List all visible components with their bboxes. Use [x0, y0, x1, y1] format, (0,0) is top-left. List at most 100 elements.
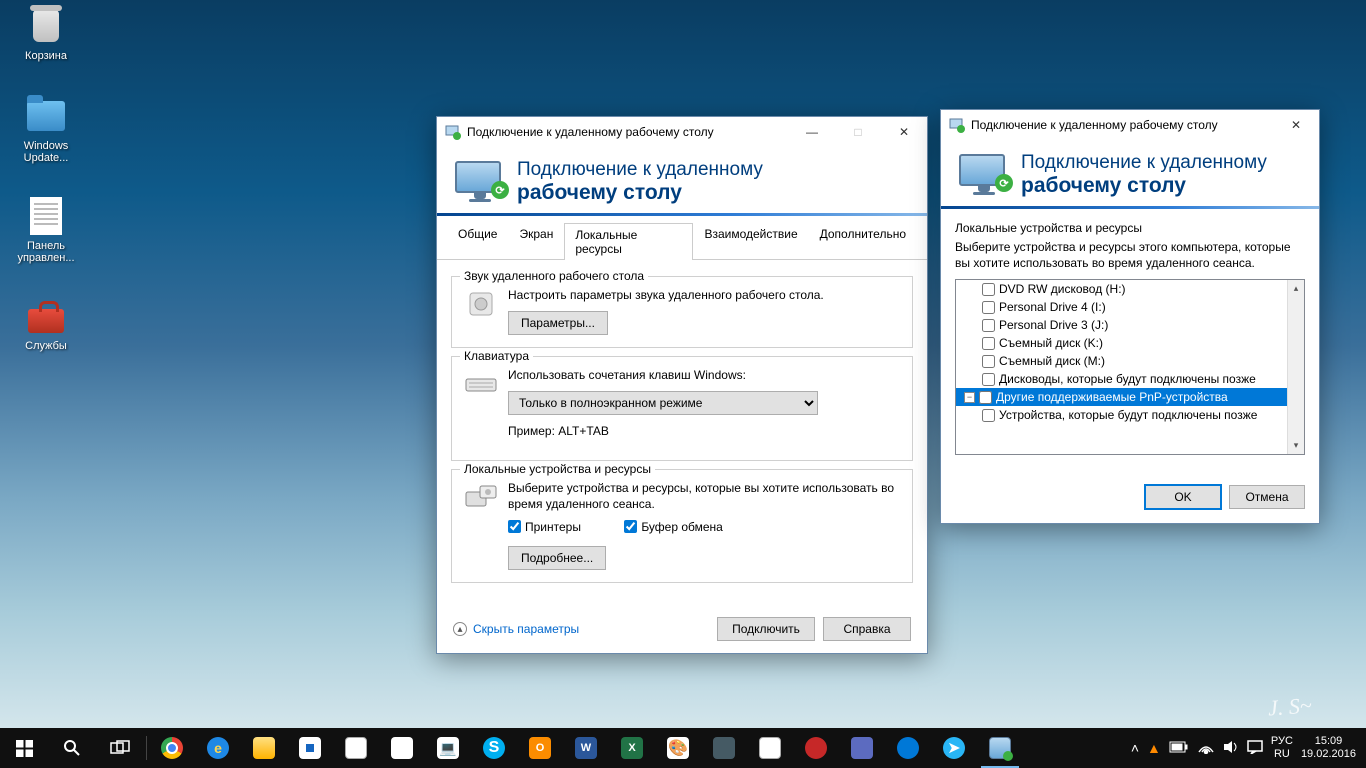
header-line1: Подключение к удаленному — [1021, 152, 1267, 174]
chevron-up-icon: ▴ — [453, 622, 467, 636]
group-desc: Использовать сочетания клавиш Windows: — [508, 367, 900, 383]
more-devices-button[interactable]: Подробнее... — [508, 546, 606, 570]
desktop-icon-label: Панель управлен... — [8, 240, 84, 264]
tree-item-pnp-later[interactable]: Устройства, которые будут подключены поз… — [956, 406, 1287, 424]
wallpaper-signature: J. S~ — [1267, 693, 1312, 722]
tray-clock[interactable]: 15:09 19.02.2016 — [1301, 735, 1356, 761]
tree-item-personal-drive-4[interactable]: Personal Drive 4 (I:) — [956, 298, 1287, 316]
group-desc: Настроить параметры звука удаленного раб… — [508, 287, 900, 303]
device-tree: DVD RW дисковод (H:) Personal Drive 4 (I… — [955, 279, 1305, 455]
search-button[interactable] — [48, 728, 96, 768]
scroll-up-icon[interactable]: ▴ — [1288, 280, 1304, 297]
audio-settings-button[interactable]: Параметры... — [508, 311, 608, 335]
tab-strip: Общие Экран Локальные ресурсы Взаимодейс… — [437, 216, 927, 260]
rdp-header: ⟳ Подключение к удаленному рабочему стол… — [437, 147, 927, 213]
rdp-header: ⟳ Подключение к удаленному рабочему стол… — [941, 140, 1319, 206]
tree-item-drives-later[interactable]: Дисководы, которые будут подключены позж… — [956, 370, 1287, 388]
app-icon — [949, 117, 965, 133]
group-desc: Выберите устройства и ресурсы, которые в… — [508, 480, 900, 512]
desktop-icon-recycle-bin[interactable]: Корзина — [8, 6, 84, 62]
minimize-button[interactable]: — — [789, 117, 835, 147]
keyboard-icon — [464, 367, 498, 401]
tray-vlc-icon[interactable]: ▲ — [1147, 740, 1161, 756]
tab-advanced[interactable]: Дополнительно — [809, 222, 917, 259]
ok-button[interactable]: OK — [1145, 485, 1221, 509]
taskbar-pinned-apps: e ✂ 💻 S O W X 🎨 ➤ — [149, 728, 1023, 768]
tab-local-resources[interactable]: Локальные ресурсы — [564, 223, 693, 260]
printers-checkbox[interactable]: Принтеры — [508, 520, 581, 534]
desktop-icon-windows-update[interactable]: Windows Update... — [8, 96, 84, 164]
window-footer: ▴ Скрыть параметры Подключить Справка — [437, 605, 927, 653]
tab-display[interactable]: Экран — [508, 222, 564, 259]
taskbar-app-edge[interactable] — [885, 728, 931, 768]
taskbar-app-telegram[interactable]: ➤ — [931, 728, 977, 768]
taskbar-app-snipping[interactable]: ✂ — [379, 728, 425, 768]
taskbar-app-skype[interactable]: S — [471, 728, 517, 768]
task-view-button[interactable] — [96, 728, 144, 768]
start-button[interactable] — [0, 728, 48, 768]
section-desc: Выберите устройства и ресурсы этого комп… — [955, 239, 1305, 271]
scrollbar[interactable]: ▴ ▾ — [1287, 280, 1304, 454]
taskbar-app-putty[interactable]: 💻 — [425, 728, 471, 768]
titlebar[interactable]: Подключение к удаленному рабочему столу … — [941, 110, 1319, 140]
tab-experience[interactable]: Взаимодействие — [693, 222, 808, 259]
taskbar-app-2[interactable] — [793, 728, 839, 768]
tree-item-removable-k[interactable]: Съемный диск (K:) — [956, 334, 1287, 352]
titlebar[interactable]: Подключение к удаленному рабочему столу … — [437, 117, 927, 147]
taskbar-app-calc[interactable] — [747, 728, 793, 768]
taskbar-app-notepad[interactable] — [333, 728, 379, 768]
group-title: Локальные устройства и ресурсы — [460, 462, 655, 476]
connect-button[interactable]: Подключить — [717, 617, 815, 641]
tree-item-dvd[interactable]: DVD RW дисковод (H:) — [956, 280, 1287, 298]
tree-item-pnp-devices[interactable]: −Другие поддерживаемые PnP-устройства — [956, 388, 1287, 406]
taskbar-app-word[interactable]: W — [563, 728, 609, 768]
taskbar-app-3[interactable] — [839, 728, 885, 768]
desktop-icon-label: Корзина — [8, 50, 84, 62]
clipboard-checkbox[interactable]: Буфер обмена — [624, 520, 723, 534]
tray-overflow-icon[interactable]: ˄ — [1131, 740, 1139, 756]
keyboard-example: Пример: ALT+TAB — [508, 423, 900, 439]
devices-icon — [464, 480, 498, 514]
taskbar-app-1[interactable] — [701, 728, 747, 768]
tree-item-removable-m[interactable]: Съемный диск (M:) — [956, 352, 1287, 370]
taskbar-app-ie[interactable]: e — [195, 728, 241, 768]
group-local-devices: Локальные устройства и ресурсы Выберите … — [451, 469, 913, 584]
close-button[interactable]: ✕ — [881, 117, 927, 147]
group-remote-audio: Звук удаленного рабочего стола Настроить… — [451, 276, 913, 348]
tray-network-icon[interactable] — [1197, 740, 1215, 757]
taskbar-app-outlook[interactable]: O — [517, 728, 563, 768]
dialog-footer: OK Отмена — [941, 469, 1319, 523]
tray-battery-icon[interactable] — [1169, 740, 1189, 756]
desktop-icon-label: Windows Update... — [8, 140, 84, 164]
taskbar-app-explorer[interactable] — [241, 728, 287, 768]
tab-general[interactable]: Общие — [447, 222, 508, 259]
header-line1: Подключение к удаленному — [517, 159, 763, 181]
hide-options-link[interactable]: ▴ Скрыть параметры — [453, 622, 579, 636]
tray-action-center-icon[interactable] — [1247, 740, 1263, 757]
group-title: Клавиатура — [460, 349, 533, 363]
group-keyboard: Клавиатура Использовать сочетания клавиш… — [451, 356, 913, 460]
maximize-button[interactable]: □ — [835, 117, 881, 147]
taskbar: e ✂ 💻 S O W X 🎨 ➤ ˄ ▲ РУС — [0, 728, 1366, 768]
desktop-icon-control-panel[interactable]: Панель управлен... — [8, 196, 84, 264]
taskbar-app-paint[interactable]: 🎨 — [655, 728, 701, 768]
taskbar-app-excel[interactable]: X — [609, 728, 655, 768]
rdp-monitor-icon: ⟳ — [959, 154, 1009, 196]
group-title: Звук удаленного рабочего стола — [460, 269, 648, 283]
scroll-down-icon[interactable]: ▾ — [1288, 437, 1304, 454]
desktop-icon-services[interactable]: Службы — [8, 296, 84, 352]
taskbar-app-chrome[interactable] — [149, 728, 195, 768]
tab-content: Звук удаленного рабочего стола Настроить… — [437, 260, 927, 605]
tree-item-personal-drive-3[interactable]: Personal Drive 3 (J:) — [956, 316, 1287, 334]
rdp-monitor-icon: ⟳ — [455, 161, 505, 203]
language-indicator[interactable]: РУС RU — [1271, 735, 1293, 761]
taskbar-app-rdp[interactable] — [977, 728, 1023, 768]
help-button[interactable]: Справка — [823, 617, 911, 641]
taskbar-app-totalcmd[interactable] — [287, 728, 333, 768]
tray-volume-icon[interactable] — [1223, 740, 1239, 757]
window-title: Подключение к удаленному рабочему столу — [971, 118, 1218, 132]
cancel-button[interactable]: Отмена — [1229, 485, 1305, 509]
close-button[interactable]: ✕ — [1273, 110, 1319, 140]
keyboard-mode-select[interactable]: Только в полноэкранном режиме — [508, 391, 818, 415]
tree-collapse-icon[interactable]: − — [964, 392, 975, 403]
